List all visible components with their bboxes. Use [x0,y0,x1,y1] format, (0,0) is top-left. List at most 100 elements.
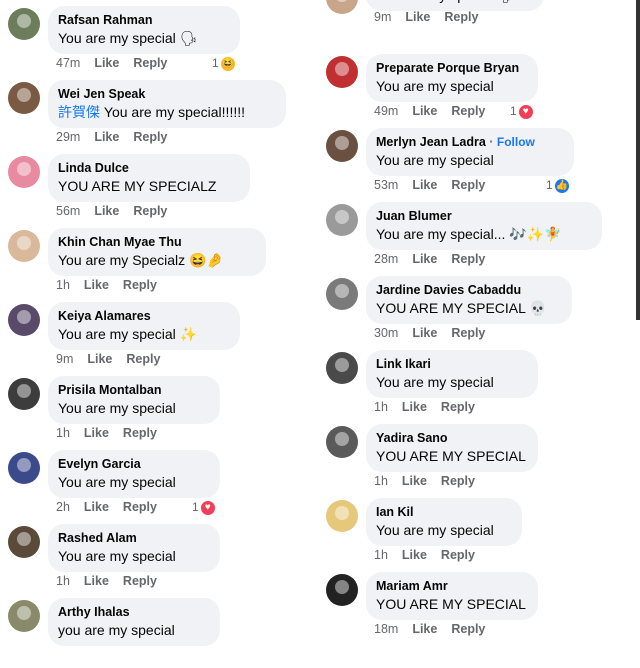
avatar[interactable] [326,204,358,236]
like-button[interactable]: Like [402,400,427,414]
timestamp[interactable]: 1h [56,426,70,440]
avatar[interactable] [8,156,40,188]
reaction-count[interactable]: 1 👍 [546,178,569,193]
comment-author[interactable]: Link Ikari [376,356,527,373]
comment-author[interactable]: Preparate Porque Bryan [376,60,527,77]
comment-author[interactable]: Prisila Montalban [58,382,209,399]
reply-button[interactable]: Reply [451,622,485,636]
reply-button[interactable]: Reply [133,56,167,70]
scrollbar[interactable] [636,0,640,320]
like-button[interactable]: Like [402,474,427,488]
mention-link[interactable]: 許賀傑 [58,104,100,120]
like-button[interactable]: Like [94,204,119,218]
like-button[interactable]: Like [412,252,437,266]
timestamp[interactable]: 56m [56,204,80,218]
timestamp[interactable]: 28m [374,252,398,266]
author-name[interactable]: Juan Blumer [376,209,452,223]
avatar[interactable] [8,600,40,632]
avatar[interactable] [326,352,358,384]
timestamp[interactable]: 18m [374,622,398,636]
reply-button[interactable]: Reply [133,204,167,218]
comment-author[interactable]: Evelyn Garcia [58,456,209,473]
timestamp[interactable]: 9m [374,10,391,24]
like-button[interactable]: Like [84,278,109,292]
avatar[interactable] [326,56,358,88]
like-button[interactable]: Like [412,178,437,192]
author-name[interactable]: Khin Chan Myae Thu [58,235,182,249]
comment-author[interactable]: Yadira Sano [376,430,527,447]
like-button[interactable]: Like [412,622,437,636]
reply-button[interactable]: Reply [451,104,485,118]
timestamp[interactable]: 30m [374,326,398,340]
like-button[interactable]: Like [94,56,119,70]
reply-button[interactable]: Reply [123,278,157,292]
comment-author[interactable]: Wei Jen Speak [58,86,275,103]
avatar[interactable] [326,278,358,310]
like-button[interactable]: Like [402,548,427,562]
avatar[interactable] [8,304,40,336]
timestamp[interactable]: 29m [56,130,80,144]
comment-author[interactable]: Khin Chan Myae Thu [58,234,255,251]
reaction-count[interactable]: 1 ♥ [192,500,215,515]
reply-button[interactable]: Reply [123,426,157,440]
comment-author[interactable]: Rashed Alam [58,530,209,547]
comment-author[interactable]: Juan Blumer [376,208,591,225]
author-name[interactable]: Arthy Ihalas [58,605,130,619]
avatar[interactable] [8,8,40,40]
timestamp[interactable]: 1h [374,474,388,488]
timestamp[interactable]: 1h [56,278,70,292]
avatar[interactable] [326,130,358,162]
author-name[interactable]: Wei Jen Speak [58,87,145,101]
like-button[interactable]: Like [405,10,430,24]
reply-button[interactable]: Reply [451,178,485,192]
author-name[interactable]: Prisila Montalban [58,383,162,397]
comment-author[interactable]: Arthy Ihalas [58,604,209,621]
avatar[interactable] [326,0,358,14]
author-name[interactable]: Yadira Sano [376,431,448,445]
reply-button[interactable]: Reply [441,548,475,562]
like-button[interactable]: Like [84,574,109,588]
reply-button[interactable]: Reply [451,326,485,340]
comment-author[interactable]: Keiya Alamares [58,308,229,325]
avatar[interactable] [326,500,358,532]
author-name[interactable]: Merlyn Jean Ladra [376,135,486,149]
timestamp[interactable]: 53m [374,178,398,192]
timestamp[interactable]: 1h [374,400,388,414]
reply-button[interactable]: Reply [133,130,167,144]
reply-button[interactable]: Reply [441,400,475,414]
reply-button[interactable]: Reply [441,474,475,488]
author-name[interactable]: Mariam Amr [376,579,448,593]
comment-author[interactable]: Mariam Amr [376,578,527,595]
author-name[interactable]: Evelyn Garcia [58,457,141,471]
reaction-count[interactable]: 1 😆 [212,56,235,71]
author-name[interactable]: Rafsan Rahman [58,13,152,27]
author-name[interactable]: Rashed Alam [58,531,137,545]
comment-author[interactable]: Linda Dulce [58,160,239,177]
like-button[interactable]: Like [84,500,109,514]
timestamp[interactable]: 1h [374,548,388,562]
reply-button[interactable]: Reply [123,574,157,588]
like-button[interactable]: Like [84,426,109,440]
follow-link[interactable]: Follow [497,135,535,149]
like-button[interactable]: Like [87,352,112,366]
comment-author[interactable]: Ian Kil [376,504,511,521]
avatar[interactable] [8,82,40,114]
avatar[interactable] [326,574,358,606]
avatar[interactable] [8,378,40,410]
like-button[interactable]: Like [94,130,119,144]
author-name[interactable]: Linda Dulce [58,161,129,175]
comment-author[interactable]: Rafsan Rahman [58,12,229,29]
reply-button[interactable]: Reply [126,352,160,366]
reply-button[interactable]: Reply [123,500,157,514]
avatar[interactable] [8,230,40,262]
timestamp[interactable]: 49m [374,104,398,118]
timestamp[interactable]: 9m [56,352,73,366]
avatar[interactable] [8,526,40,558]
reply-button[interactable]: Reply [444,10,478,24]
reaction-count[interactable]: 1 ♥ [510,104,533,119]
avatar[interactable] [8,452,40,484]
author-name[interactable]: Preparate Porque Bryan [376,61,519,75]
author-name[interactable]: Link Ikari [376,357,431,371]
like-button[interactable]: Like [412,104,437,118]
comment-author[interactable]: Jardine Davies Cabaddu [376,282,561,299]
